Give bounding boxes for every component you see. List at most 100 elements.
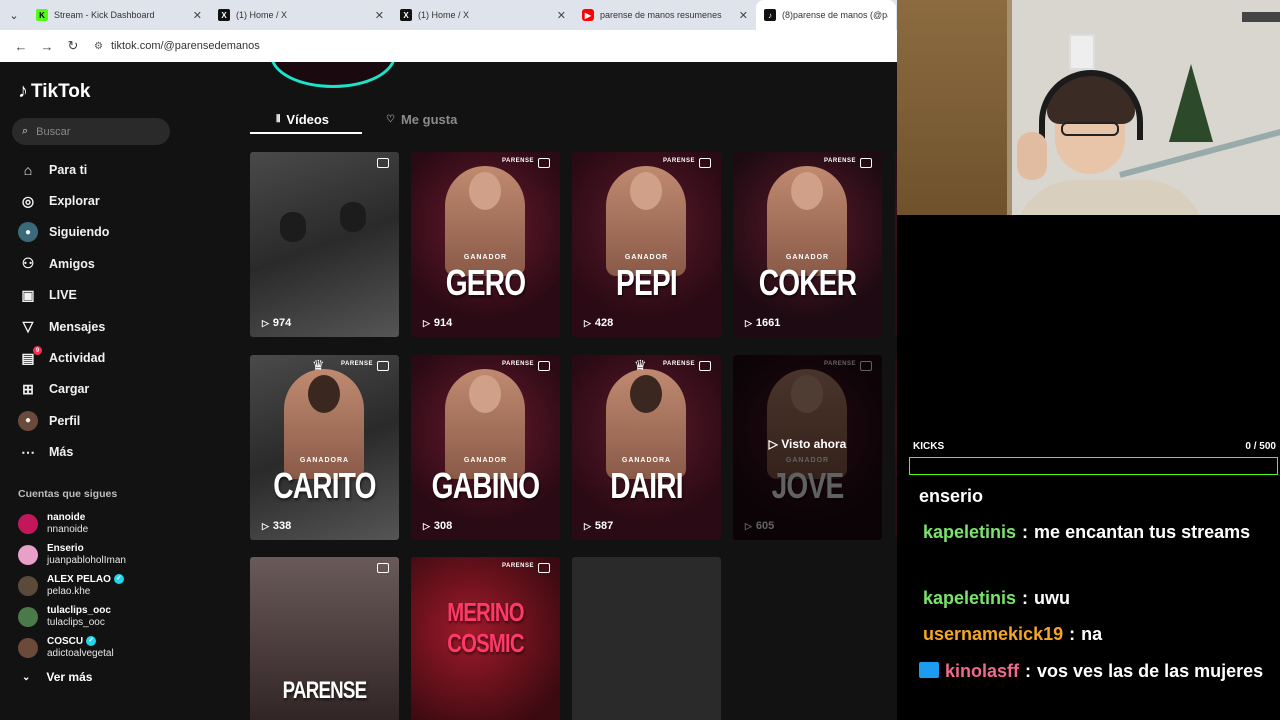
close-tab-icon[interactable]: ✕ <box>193 9 202 22</box>
fighter-head <box>308 375 340 413</box>
tiktok-page: ♪ TikTok ⌕ Buscar ⌂ Para ti ◎ Explorar ● Si… <box>0 62 897 720</box>
following-account[interactable]: tulaclips_ooc tulaclips_ooc <box>18 601 218 632</box>
following-list: nanoide nnanoide Enserio juanpabloholIman … <box>18 508 218 663</box>
close-tab-icon[interactable]: ✕ <box>739 9 748 22</box>
close-tab-icon[interactable]: ✕ <box>375 9 384 22</box>
tiktok-logo-icon: ♪ <box>764 9 776 21</box>
chat-username[interactable]: kinolasff <box>945 661 1019 681</box>
chat-label: KICKS <box>913 441 945 452</box>
multi-photo-icon <box>699 158 711 168</box>
video-card[interactable]: PARENSE ♛ GANADORA CARITO ▷ 338 <box>250 355 399 540</box>
chat-message-text: me encantan tus streams <box>1034 522 1251 542</box>
video-card[interactable]: PARENSE ♛ GANADORA DAIRI ▷ 587 <box>572 355 721 540</box>
winner-label: GANADORA <box>621 457 672 464</box>
winner-label: GANADOR <box>785 254 830 261</box>
tab-likes[interactable]: ♡ Me gusta <box>386 108 457 130</box>
video-card[interactable]: ▷ 974 <box>250 152 399 337</box>
avatar <box>18 513 38 534</box>
search-input[interactable]: ⌕ Buscar <box>12 118 170 145</box>
tab-search-icon[interactable]: ⌄ <box>0 0 28 30</box>
browser-tab[interactable]: X (1) Home / X ✕ <box>210 0 392 30</box>
video-card[interactable]: PARENSE GANADOR GERO ▷ 914 <box>411 152 560 337</box>
logo-text: TikTok <box>31 80 91 102</box>
sidebar-item-actividad[interactable]: ▤ 9 Actividad <box>18 342 218 373</box>
multi-photo-icon <box>377 563 389 573</box>
sidebar-item-live[interactable]: ▣ LIVE <box>18 280 218 311</box>
sidebar-item-para-ti[interactable]: ⌂ Para ti <box>18 154 218 185</box>
account-handle: adictoalvegetal <box>47 647 114 659</box>
following-account[interactable]: nanoide nnanoide <box>18 508 218 539</box>
account-name: tulaclips_ooc <box>47 604 111 616</box>
reload-icon[interactable]: ↻ <box>60 33 86 59</box>
back-icon[interactable]: ← <box>8 33 34 59</box>
chat-message-text: vos ves las de las mujeres <box>1037 661 1264 681</box>
chat-message: usernamekick19: na <box>919 619 1279 649</box>
account-handle: tulaclips_ooc <box>47 616 105 628</box>
view-count: ▷ 1661 <box>745 317 780 329</box>
browser-tab-bar: ⌄ K Stream - Kick Dashboard ✕ X (1) Home… <box>0 0 897 30</box>
tab-title: Stream - Kick Dashboard <box>54 10 155 20</box>
browser-tab[interactable]: X (1) Home / X ✕ <box>392 0 574 30</box>
play-icon: ▷ <box>768 437 782 451</box>
tab-videos[interactable]: ⦀ Vídeos <box>276 108 329 130</box>
chat-input[interactable] <box>909 457 1278 475</box>
chat-username[interactable]: usernamekick19 <box>923 624 1063 644</box>
view-count-text: 338 <box>272 520 292 532</box>
forward-icon[interactable]: → <box>34 33 60 59</box>
watched-label: ▷ Visto ahora <box>733 437 882 451</box>
video-card[interactable]: PARENSE GANADOR PEPI ▷ 428 <box>572 152 721 337</box>
video-card[interactable]: PARENSE GANADOR GABINO ▷ 308 <box>411 355 560 540</box>
tiktok-logo[interactable]: ♪ TikTok <box>18 80 90 103</box>
following-account[interactable]: Enserio juanpabloholIman <box>18 539 218 570</box>
video-card[interactable]: PARENSEGANADORJOVE▷605▷ Visto ahora <box>733 355 882 540</box>
browser-tab[interactable]: K Stream - Kick Dashboard ✕ <box>28 0 210 30</box>
sidebar-item-cargar[interactable]: ⊞ Cargar <box>18 374 218 405</box>
view-count-text: 914 <box>433 317 453 329</box>
multi-photo-icon <box>538 563 550 573</box>
sidebar-item-mas[interactable]: ⋯ Más <box>18 437 218 468</box>
x-logo-icon: X <box>218 9 230 21</box>
profile-avatar[interactable] <box>270 62 396 88</box>
chat-badge-icon <box>919 662 939 679</box>
sidebar-item-siguiendo[interactable]: ● Siguiendo <box>18 217 218 248</box>
following-account[interactable]: COSCU ✓ adictoalvegetal <box>18 632 218 663</box>
friends-icon: ⚇ <box>21 255 35 272</box>
sidebar-item-amigos[interactable]: ⚇ Amigos <box>18 248 218 279</box>
video-card[interactable]: PARENSE <box>250 557 399 720</box>
fighter-name: CARITO <box>273 465 376 506</box>
screen: { "browser": { "tabs": [ {"title": "Stre… <box>0 0 1280 720</box>
winner-label: GANADOR <box>624 254 669 261</box>
video-card[interactable] <box>572 557 721 720</box>
search-placeholder: Buscar <box>36 125 71 138</box>
brand-tag: PARENSE <box>501 563 534 569</box>
sidebar-item-perfil[interactable]: ● Perfil <box>18 405 218 436</box>
url-field[interactable]: ⚙ tiktok.com/@parensedemanos <box>94 34 897 58</box>
account-handle: pelao.khe <box>47 585 91 597</box>
view-count: ▷ 974 <box>262 317 291 329</box>
chat-username[interactable]: kapeletinis <box>923 522 1016 542</box>
browser-tab[interactable]: ▶ parense de manos resumenes ✕ <box>574 0 756 30</box>
close-tab-icon[interactable]: ✕ <box>557 9 566 22</box>
account-name: nanoide <box>47 511 86 523</box>
brand-tag: PARENSE <box>501 361 534 367</box>
chat-username[interactable]: kapeletinis <box>923 588 1016 608</box>
video-card[interactable]: PARENSE MERINO COSMIC <box>411 557 560 720</box>
video-card[interactable]: PARENSE GANADOR COKER ▷ 1661 <box>733 152 882 337</box>
see-more-button[interactable]: ⌄ Ver más <box>22 670 92 684</box>
site-info-icon[interactable]: ⚙ <box>94 41 103 52</box>
sidebar-item-label: Siguiendo <box>49 225 110 240</box>
following-account[interactable]: ALEX PELAO ✓ pelao.khe <box>18 570 218 601</box>
view-count-text: 974 <box>272 317 292 329</box>
see-more-label: Ver más <box>46 670 93 684</box>
tab-title: parense de manos resumenes <box>600 10 722 20</box>
browser-tab-active[interactable]: ♪ (8)parense de manos (@pare <box>756 0 896 30</box>
sidebar-item-explorar[interactable]: ◎ Explorar <box>18 185 218 216</box>
avatar <box>18 544 38 565</box>
chat-char-counter: 0 / 500 <box>1245 441 1276 452</box>
view-count: ▷ 308 <box>423 520 452 532</box>
verified-icon: ✓ <box>113 573 124 584</box>
sidebar-item-mensajes[interactable]: ▽ Mensajes <box>18 311 218 342</box>
live-icon: ▣ <box>21 286 35 303</box>
youtube-logo-icon: ▶ <box>582 9 594 21</box>
fighter-name: PEPI <box>616 262 678 303</box>
